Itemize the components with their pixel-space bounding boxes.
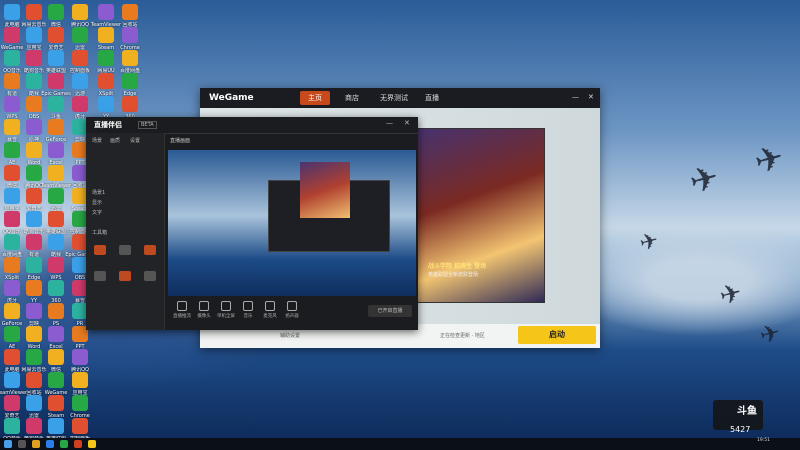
app-icon <box>72 73 88 89</box>
tool-fullscreen[interactable]: 单机全屏 <box>216 301 236 319</box>
tool-icon[interactable] <box>119 245 131 255</box>
tool-icon[interactable] <box>144 245 156 255</box>
bird-silhouette: ✈ <box>756 317 784 351</box>
settings-link[interactable]: 辅助设置 <box>280 332 300 339</box>
app-icon <box>72 27 88 43</box>
stream-status-button[interactable]: 已开启直播 <box>368 305 412 317</box>
wegame-titlebar: WeGame 主页 商店 无界测试 直播 — ✕ <box>200 88 600 108</box>
live-companion-window: 直播伴侣 BETA — ✕ 场景 画质 设置 场景1 显示 文字 工具箱 直播画… <box>86 117 418 330</box>
minimize-icon[interactable]: — <box>572 93 579 101</box>
tab-test[interactable]: 无界测试 <box>380 93 408 103</box>
wechat-icon[interactable] <box>60 440 68 448</box>
game-promo-banner[interactable]: 战斗学院 招贤生 登场 英雄联盟全新皮肤登场 <box>417 128 545 303</box>
preview-label: 直播画面 <box>170 138 191 144</box>
tool-icon[interactable] <box>94 245 106 255</box>
tool-music[interactable]: 音乐 <box>238 301 258 319</box>
app-icon <box>72 4 88 20</box>
wegame-icon[interactable] <box>74 440 82 448</box>
wegame-logo: WeGame <box>209 93 254 103</box>
taskbar: 19:51 <box>0 438 800 450</box>
launch-button[interactable]: 启动 <box>518 326 596 344</box>
app-icon <box>72 96 88 112</box>
tab-home[interactable]: 主页 <box>300 91 330 105</box>
live-companion-titlebar: 直播伴侣 BETA — ✕ <box>86 117 418 134</box>
toolbox-grid <box>92 243 158 303</box>
start-icon[interactable] <box>4 440 12 448</box>
app-icon <box>122 27 138 43</box>
preview-nested-banner <box>300 162 350 218</box>
tool-microphone[interactable]: 麦克风 <box>260 301 280 319</box>
source-item[interactable]: 场景1 <box>92 189 105 196</box>
tab-quality[interactable]: 画质 <box>110 137 120 144</box>
bird-silhouette: ✈ <box>716 277 746 313</box>
tab-live[interactable]: 直播 <box>425 93 439 103</box>
app-icon <box>72 418 88 434</box>
desktop-wallpaper: ✈ ✈ ✈ ✈ ✈ 此电脑 网易云音乐 微信 腾讯QQ TeamViewer 回收站 WeG… <box>0 0 800 438</box>
bird-silhouette: ✈ <box>685 156 724 204</box>
app-icon <box>122 73 138 89</box>
app-icon <box>122 96 138 112</box>
tab-settings[interactable]: 设置 <box>130 137 140 144</box>
tool-icon[interactable] <box>94 271 106 281</box>
app-icon <box>72 50 88 66</box>
overlay-counter: 5427 <box>730 425 751 434</box>
tool-speaker[interactable]: 扬声器 <box>282 301 302 319</box>
update-status: 正在检查更新 · 地区 <box>440 333 485 339</box>
stream-toolbar: 直播推流 摄像头 单机全屏 音乐 麦克风 扬声器 已开启直播 <box>168 299 416 325</box>
source-item[interactable]: 文字 <box>92 209 102 216</box>
app-icon <box>72 395 88 411</box>
desktop-shortcut-icon[interactable]: 控制面板 <box>62 418 98 438</box>
app-icon <box>122 4 138 20</box>
tray-clock[interactable]: 19:51 <box>757 438 770 444</box>
tool-stream[interactable]: 直播推流 <box>172 301 192 319</box>
tool-icon[interactable] <box>119 271 131 281</box>
banner-subtitle: 英雄联盟全新皮肤登场 <box>428 272 479 278</box>
file-explorer-icon[interactable] <box>32 440 40 448</box>
live-companion-icon[interactable] <box>88 440 96 448</box>
search-icon[interactable] <box>18 440 26 448</box>
browser-icon[interactable] <box>46 440 54 448</box>
app-icon <box>72 372 88 388</box>
close-icon[interactable]: ✕ <box>404 119 410 127</box>
tab-scene[interactable]: 场景 <box>92 137 102 144</box>
app-icon <box>72 349 88 365</box>
stream-preview <box>168 150 416 296</box>
close-icon[interactable]: ✕ <box>588 93 594 101</box>
app-icon <box>122 50 138 66</box>
bird-silhouette: ✈ <box>750 136 789 184</box>
scene-sidebar: 场景 画质 设置 场景1 显示 文字 工具箱 <box>86 133 165 330</box>
tool-icon[interactable] <box>144 271 156 281</box>
tool-camera[interactable]: 摄像头 <box>194 301 214 319</box>
tab-store[interactable]: 商店 <box>345 93 359 103</box>
source-item[interactable]: 显示 <box>92 199 102 206</box>
beta-badge: BETA <box>138 121 157 129</box>
banner-title: 战斗学院 招贤生 登场 <box>428 263 487 270</box>
minimize-icon[interactable]: — <box>386 119 393 127</box>
toolbox-label: 工具箱 <box>92 230 108 236</box>
bird-silhouette: ✈ <box>637 228 662 257</box>
app-title: 直播伴侣 <box>94 121 122 129</box>
overlay-logo: 斗鱼 <box>737 406 757 417</box>
